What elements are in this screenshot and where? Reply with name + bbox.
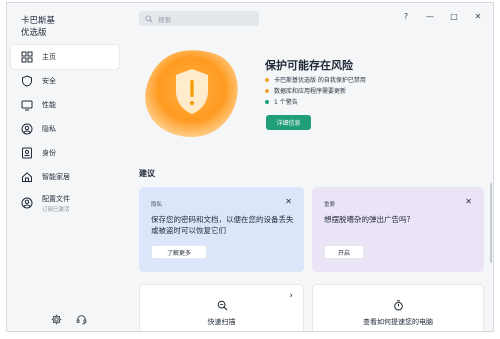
list-item: 1 个警告 <box>265 96 366 107</box>
app-window: 卡巴斯基 优选版 主页 安全 性能 隐私 身份 智能家居 配置文件 订阅已激活 … <box>6 2 494 332</box>
sidebar-item-label: 智能家居 <box>42 173 70 181</box>
tile-label: 查看如何提速您的电脑 <box>363 318 433 326</box>
sidebar-nav: 主页 安全 性能 隐私 身份 智能家居 配置文件 订阅已激活 <box>11 45 119 217</box>
close-icon[interactable]: ✕ <box>465 197 472 206</box>
details-button[interactable]: 详细信息 <box>266 115 311 130</box>
learn-more-button[interactable]: 了解更多 <box>151 245 207 259</box>
quick-scan-tile[interactable]: › 快速扫描 <box>139 284 304 331</box>
subscription-status: 订阅已激活 <box>42 206 70 213</box>
stopwatch-icon <box>393 296 404 311</box>
help-button[interactable]: ? <box>401 12 411 21</box>
tile-label: 快速扫描 <box>207 318 236 326</box>
sidebar-item-home[interactable]: 主页 <box>11 45 119 69</box>
sidebar-item-privacy[interactable]: 隐私 <box>11 117 119 141</box>
search-placeholder: 搜索 <box>158 15 171 24</box>
sidebar-item-smart-home[interactable]: 智能家居 <box>11 165 119 189</box>
shield-icon <box>21 75 33 87</box>
identity-icon <box>21 147 33 159</box>
profile-icon <box>21 197 33 209</box>
protection-issues-list: 卡巴斯基优选版 的自我保护已禁用 数据库和应用程序需要更新 1 个警告 <box>265 74 366 107</box>
enable-button[interactable]: 开启 <box>324 245 364 259</box>
status-dot <box>265 77 269 82</box>
search-icon <box>145 14 153 23</box>
sidebar-item-label: 身份 <box>42 149 56 157</box>
monitor-icon <box>21 99 33 111</box>
chevron-right-icon: › <box>289 291 293 301</box>
close-button[interactable]: ✕ <box>473 12 483 21</box>
sidebar: 卡巴斯基 优选版 主页 安全 性能 隐私 身份 智能家居 配置文件 订阅已激活 <box>7 3 123 331</box>
main-panel: 搜索 ? — □ ✕ 保护可能存在风险 卡巴斯基优选版 的自我保护已禁用 数据库… <box>129 3 493 331</box>
smart-home-icon <box>21 171 33 183</box>
privacy-icon <box>21 123 33 135</box>
support-headset-icon[interactable] <box>76 310 87 325</box>
maximize-button[interactable]: □ <box>449 12 459 21</box>
close-icon[interactable]: ✕ <box>285 197 292 206</box>
minimize-button[interactable]: — <box>425 12 435 21</box>
speed-up-tile[interactable]: 查看如何提速您的电脑 <box>312 284 484 331</box>
list-item: 数据库和应用程序需要更新 <box>265 85 366 96</box>
sidebar-item-label: 性能 <box>42 101 56 109</box>
suggestion-card-ads: 重要 ✕ 想摆脱嘈杂的弹出广告吗? 开启 <box>312 187 484 272</box>
scan-icon <box>217 296 228 311</box>
suggestion-card-password: 隐私 ✕ 保存您的密码和文档，以便在您的设备丢失或被盗时可以恢复它们 了解更多 <box>139 187 304 272</box>
sidebar-item-performance[interactable]: 性能 <box>11 93 119 117</box>
sidebar-item-label: 主页 <box>42 53 56 61</box>
sidebar-item-label: 安全 <box>42 77 56 85</box>
sidebar-item-security[interactable]: 安全 <box>11 69 119 93</box>
card-text: 想摆脱嘈杂的弹出广告吗? <box>324 215 411 224</box>
status-dot <box>265 88 269 93</box>
warning-shield-illustration <box>145 50 238 137</box>
suggestions-title: 建议 <box>139 169 155 178</box>
home-grid-icon <box>21 51 33 63</box>
card-text: 保存您的密码和文档，以便在您的设备丢失或被盗时可以恢复它们 <box>151 215 294 235</box>
app-title: 卡巴斯基 优选版 <box>21 16 56 38</box>
settings-gear-icon[interactable] <box>51 310 62 325</box>
status-dot <box>265 99 269 104</box>
window-controls: ? — □ ✕ <box>401 12 483 21</box>
card-tag: 隐私 <box>151 202 163 208</box>
sidebar-footer <box>51 310 87 325</box>
protection-status-title: 保护可能存在风险 <box>265 59 353 72</box>
scrollbar[interactable] <box>490 183 492 263</box>
search-input[interactable]: 搜索 <box>139 11 259 26</box>
sidebar-item-label: 隐私 <box>42 125 56 133</box>
sidebar-item-profile[interactable]: 配置文件 订阅已激活 <box>11 189 119 217</box>
sidebar-item-label: 配置文件 <box>42 194 70 203</box>
card-tag: 重要 <box>324 202 336 208</box>
sidebar-item-identity[interactable]: 身份 <box>11 141 119 165</box>
list-item: 卡巴斯基优选版 的自我保护已禁用 <box>265 74 366 85</box>
